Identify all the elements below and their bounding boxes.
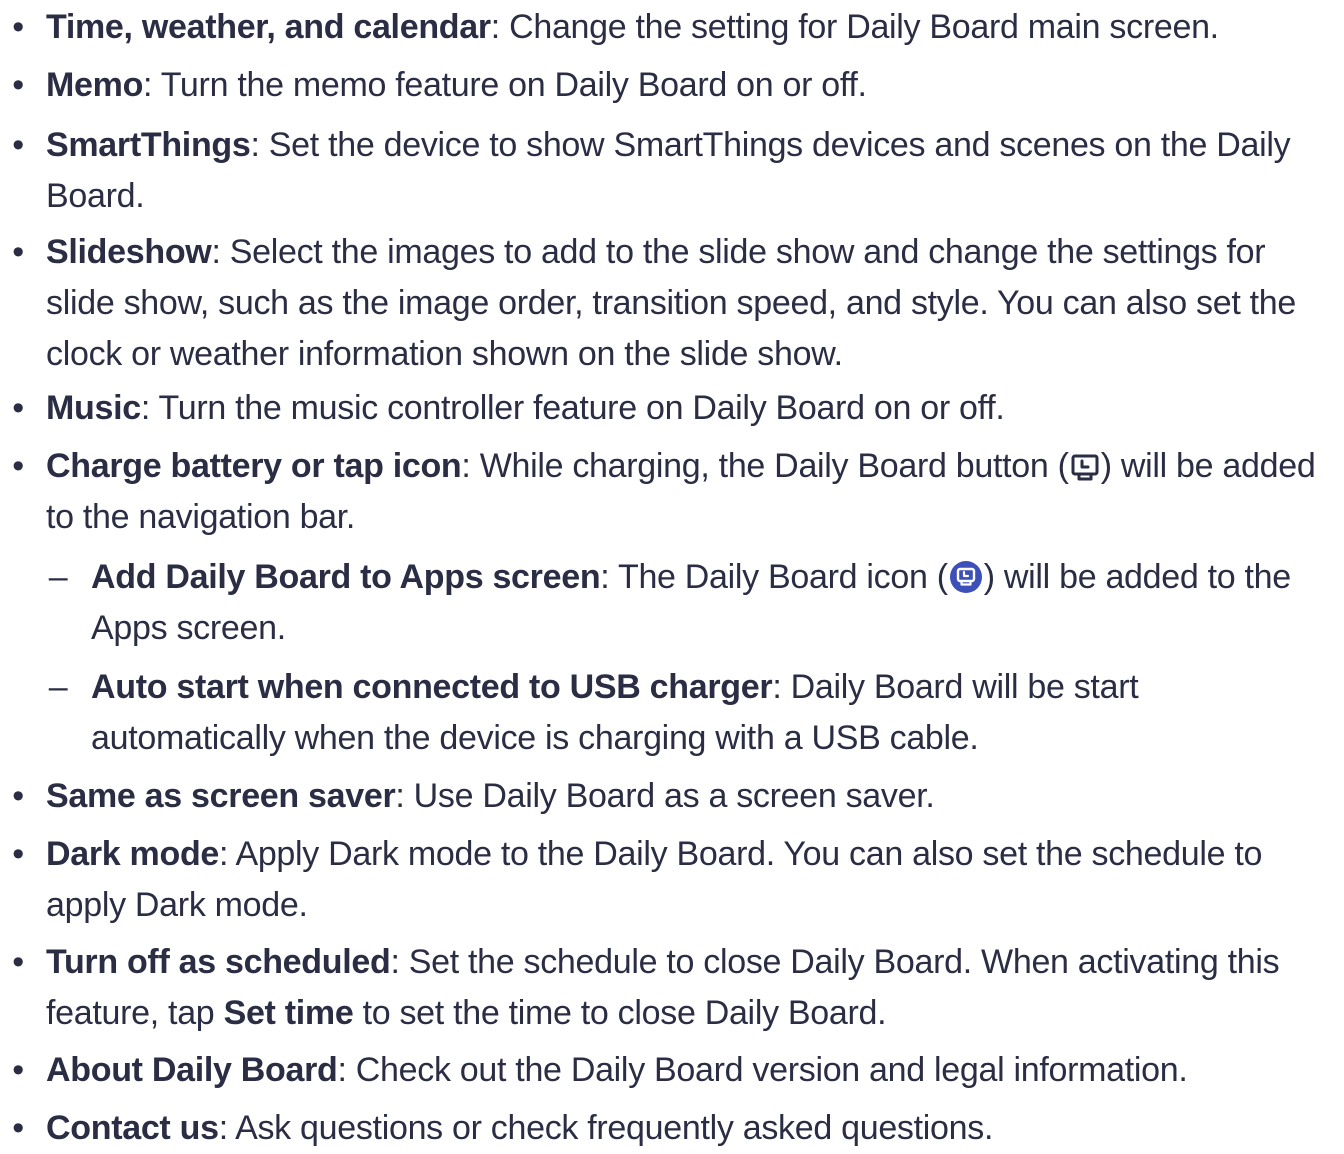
item-term: Slideshow <box>46 233 212 271</box>
item-term: Dark mode <box>46 835 220 873</box>
item-description: : Use Daily Board as a screen saver. <box>395 777 935 815</box>
list-item-turn-off-scheduled: • Turn off as scheduled: Set the schedul… <box>12 937 1326 1039</box>
item-description-after: to set the time to close Daily Board. <box>353 994 887 1032</box>
bullet-marker: • <box>12 835 24 873</box>
item-term: Auto start when connected to USB charger <box>91 668 773 706</box>
item-term: Contact us <box>46 1109 219 1147</box>
list-item-music: • Music: Turn the music controller featu… <box>12 383 1326 434</box>
item-description-before: : The Daily Board icon ( <box>600 558 948 596</box>
item-description-before: : While charging, the Daily Board button… <box>461 447 1069 485</box>
item-description: : Apply Dark mode to the Daily Board. Yo… <box>46 835 1263 924</box>
item-term: Charge battery or tap icon <box>46 447 462 485</box>
item-description: : Ask questions or check frequently aske… <box>218 1109 994 1147</box>
item-term: Same as screen saver <box>46 777 396 815</box>
bullet-marker: • <box>12 66 24 104</box>
set-time-label: Set time <box>223 994 354 1032</box>
list-item-smartthings: • SmartThings: Set the device to show Sm… <box>12 120 1326 222</box>
list-item-screen-saver: • Same as screen saver: Use Daily Board … <box>12 771 1326 822</box>
item-description: : Check out the Daily Board version and … <box>337 1051 1188 1089</box>
list-item-contact-us: • Contact us: Ask questions or check fre… <box>12 1103 1326 1154</box>
item-term: SmartThings <box>46 126 251 164</box>
bullet-marker: • <box>12 1109 24 1147</box>
item-term: Memo <box>46 66 144 104</box>
daily-board-app-icon <box>949 561 982 593</box>
daily-board-button-icon <box>1071 454 1099 481</box>
list-item-about: • About Daily Board: Check out the Daily… <box>12 1045 1326 1096</box>
item-term: Time, weather, and calendar <box>46 8 491 46</box>
bullet-marker: • <box>12 1051 24 1089</box>
list-subitem-add-to-apps: – Add Daily Board to Apps screen: The Da… <box>49 552 1326 654</box>
list-item-memo: • Memo: Turn the memo feature on Daily B… <box>12 60 1326 111</box>
item-description: : Change the setting for Daily Board mai… <box>490 8 1219 46</box>
item-term: Turn off as scheduled <box>46 943 391 981</box>
list-item-charge-battery: • Charge battery or tap icon: While char… <box>12 441 1326 543</box>
list-item-dark-mode: • Dark mode: Apply Dark mode to the Dail… <box>12 829 1326 931</box>
dash-marker: – <box>48 668 68 706</box>
item-description: : Select the images to add to the slide … <box>46 233 1296 373</box>
item-term: Music <box>46 389 141 427</box>
item-term: Add Daily Board to Apps screen <box>91 558 601 596</box>
item-description: : Turn the music controller feature on D… <box>140 389 1005 427</box>
dash-marker: – <box>48 558 68 596</box>
item-description: : Turn the memo feature on Daily Board o… <box>143 66 867 104</box>
document-page: • Time, weather, and calendar: Change th… <box>0 0 1344 1148</box>
item-term: About Daily Board <box>46 1051 338 1089</box>
list-subitem-auto-start: – Auto start when connected to USB charg… <box>49 662 1326 764</box>
bullet-marker: • <box>12 943 24 981</box>
bullet-marker: • <box>12 8 24 46</box>
bullet-marker: • <box>12 389 24 427</box>
bullet-marker: • <box>12 447 24 485</box>
bullet-marker: • <box>12 777 24 815</box>
list-item-time-weather-calendar: • Time, weather, and calendar: Change th… <box>12 2 1326 53</box>
list-item-slideshow: • Slideshow: Select the images to add to… <box>12 227 1326 380</box>
bullet-marker: • <box>12 126 24 164</box>
bullet-marker: • <box>12 233 24 271</box>
